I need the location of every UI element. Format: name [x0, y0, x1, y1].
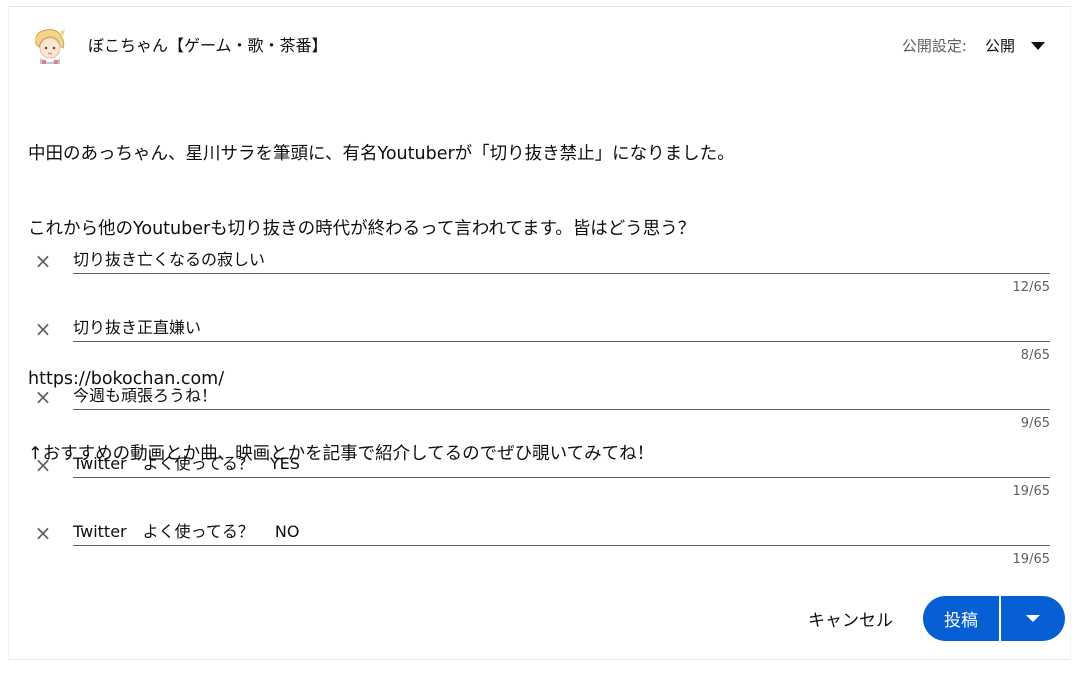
poll-option-input[interactable]: 切り抜き正直嫌い: [73, 315, 1050, 342]
poll-options: × 切り抜き亡くなるの寂しい 12/65 × 切り抜き正直嫌い 8/65 × 今…: [28, 244, 1052, 584]
visibility-label: 公開設定:: [901, 37, 967, 55]
poll-option: × Twitter よく使ってる？ YES 19/65: [28, 448, 1052, 516]
close-icon[interactable]: ×: [32, 386, 54, 408]
poll-option: × 切り抜き正直嫌い 8/65: [28, 312, 1052, 380]
channel-name: ぼこちゃん【ゲーム・歌・茶番】: [88, 36, 328, 55]
character-count: 8/65: [1020, 348, 1050, 363]
poll-option: × 切り抜き亡くなるの寂しい 12/65: [28, 244, 1052, 312]
close-icon[interactable]: ×: [32, 454, 54, 476]
visibility-setting: 公開設定: 公開: [902, 35, 1045, 57]
poll-option-input[interactable]: 切り抜き亡くなるの寂しい: [73, 247, 1050, 274]
post-options-button[interactable]: [1001, 596, 1065, 641]
visibility-value: 公開: [984, 37, 1015, 55]
post-line: 中田のあっちゃん、星川サラを筆頭に、有名Youtuberが「切り抜き禁止」になり…: [28, 144, 735, 164]
character-count: 12/65: [1012, 280, 1050, 295]
poll-option: × 今週も頑張ろうね！ 9/65: [28, 380, 1052, 448]
close-icon[interactable]: ×: [32, 522, 54, 544]
poll-option-input[interactable]: 今週も頑張ろうね！: [73, 383, 1050, 410]
composer-actions: キャンセル 投稿: [808, 596, 1065, 641]
character-count: 19/65: [1012, 552, 1050, 567]
character-count: 9/65: [1020, 416, 1050, 431]
close-icon[interactable]: ×: [32, 318, 54, 340]
visibility-dropdown[interactable]: 公開: [985, 35, 1045, 57]
poll-option: × Twitter よく使ってる？ NO 19/65: [28, 516, 1052, 584]
caret-down-icon: [1031, 42, 1045, 50]
poll-option-input[interactable]: Twitter よく使ってる？ NO: [73, 519, 1050, 546]
character-count: 19/65: [1012, 484, 1050, 499]
post-button[interactable]: 投稿: [923, 596, 999, 641]
avatar-illustration-icon: [34, 29, 65, 64]
poll-option-input[interactable]: Twitter よく使ってる？ YES: [73, 451, 1050, 478]
cancel-button[interactable]: キャンセル: [808, 606, 893, 631]
post-line: これから他のYoutuberも切り抜きの時代が終わるって言われてます。皆はどう思…: [28, 219, 696, 239]
post-split-button: 投稿: [923, 596, 1065, 641]
caret-down-icon: [1026, 615, 1040, 622]
channel-avatar: [30, 26, 68, 66]
close-icon[interactable]: ×: [32, 250, 54, 272]
